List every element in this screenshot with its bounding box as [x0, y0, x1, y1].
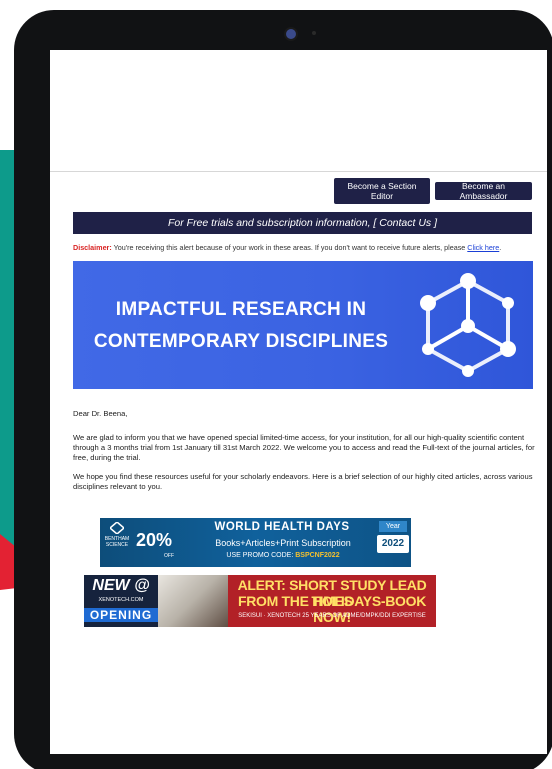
molecule-cube-icon: [420, 273, 516, 377]
disclaimer: Disclaimer: You're receiving this alert …: [73, 243, 543, 252]
xenotech-alert-line-2: FROM THE HOLIDAYS-BOOK NOW!: [237, 593, 427, 625]
tablet-frame: Become a Section Editor Become an Ambass…: [14, 10, 552, 769]
discount-off: OFF: [164, 553, 174, 559]
disclaimer-text: You're receiving this alert because of y…: [111, 243, 468, 252]
xenotech-new: NEW @: [92, 577, 150, 594]
promo-code-label: USE PROMO CODE:: [226, 552, 296, 559]
become-ambassador-button[interactable]: Become an Ambassador: [435, 181, 532, 201]
become-section-editor-button[interactable]: Become a Section Editor: [334, 178, 430, 204]
hero-line-1: IMPACTFUL RESEARCH IN: [115, 299, 367, 320]
paragraph-trial: We are glad to inform you that we have o…: [73, 433, 535, 462]
disclaimer-label: Disclaimer:: [73, 243, 112, 252]
xenotech-alert-panel: ALERT: SHORT STUDY LEAD TIMES FROM THE H…: [228, 575, 436, 627]
email-header-space: [50, 50, 547, 172]
paragraph-resources: We hope you find these resources useful …: [73, 472, 533, 491]
scientist-photo: [158, 575, 228, 627]
world-health-days-title: WORLD HEALTH DAYS: [214, 521, 350, 533]
discount-percent: 20%: [136, 530, 173, 550]
xenotech-domain: XENOTECH.COM: [98, 597, 144, 603]
xenotech-alert-line-3: SEKISUI · XENOTECH 25 YEARS OF ADME/DMPK…: [238, 613, 426, 619]
trial-banner[interactable]: For Free trials and subscription informa…: [73, 212, 532, 234]
promo-code-line: USE PROMO CODE: BSPCNF2022: [186, 552, 380, 559]
bentham-logo-text: BENTHAM SCIENCE: [104, 536, 130, 548]
sensor-icon: [312, 31, 316, 35]
bentham-logo-icon: [108, 521, 126, 535]
unsubscribe-link[interactable]: Click here: [467, 243, 499, 252]
hero-line-2: CONTEMPORARY DISCIPLINES: [93, 331, 389, 352]
world-health-days-ad[interactable]: BENTHAM SCIENCE 20% OFF WORLD HEALTH DAY…: [100, 518, 411, 567]
year-badge: 2022: [377, 535, 409, 553]
bentham-logo: BENTHAM SCIENCE: [103, 521, 131, 548]
page: Become a Section Editor Become an Ambass…: [0, 0, 552, 769]
camera-icon: [284, 27, 298, 41]
become-ambassador-label: Become an Ambassador: [459, 181, 508, 201]
greeting: Dear Dr. Beena,: [73, 409, 128, 418]
year-label: Year: [379, 521, 407, 532]
world-health-days-subtitle: Books+Articles+Print Subscription: [215, 538, 351, 548]
promo-code: BSPCNF2022: [295, 552, 340, 559]
xenotech-ad[interactable]: NEW @ XENOTECH.COM OPENING ALERT: SHORT …: [84, 575, 436, 627]
disclaimer-end: .: [499, 243, 502, 252]
become-section-editor-label: Become a Section Editor: [347, 181, 417, 201]
camera-bar: [236, 22, 346, 44]
trial-banner-text: For Free trials and subscription informa…: [167, 217, 438, 229]
xenotech-opening: OPENING: [84, 608, 158, 622]
email-screen[interactable]: Become a Section Editor Become an Ambass…: [50, 50, 547, 754]
hero-banner[interactable]: IMPACTFUL RESEARCH IN CONTEMPORARY DISCI…: [73, 261, 533, 389]
